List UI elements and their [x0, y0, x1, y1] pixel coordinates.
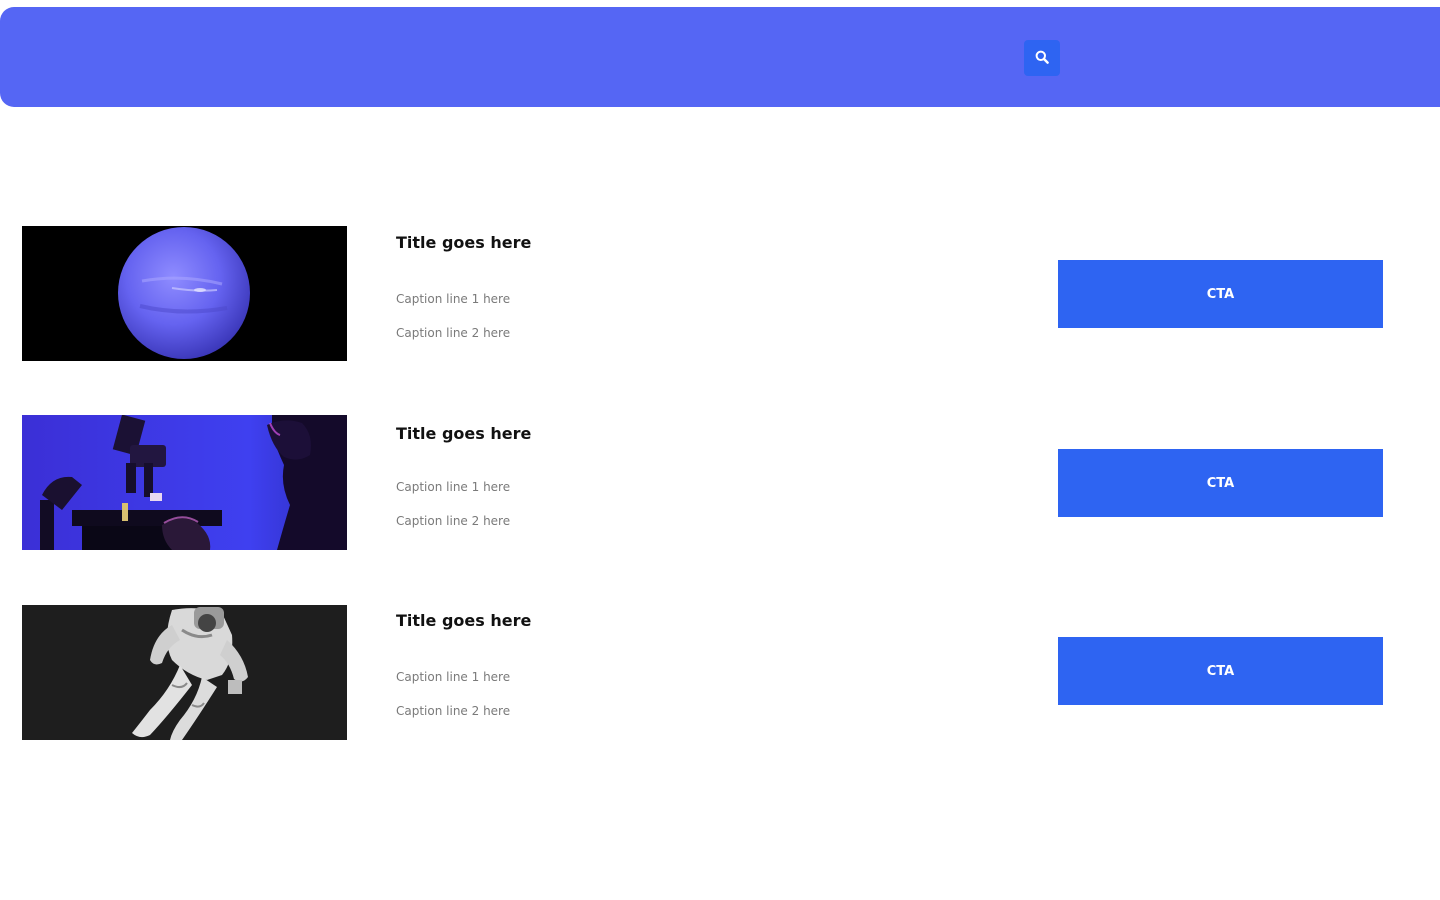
cta-button[interactable]: CTA — [1058, 637, 1383, 705]
item-caption-line-2: Caption line 2 here — [396, 326, 511, 340]
list-item: Title goes here Caption line 1 here Capt… — [0, 226, 1440, 362]
item-caption-line-1: Caption line 1 here — [396, 480, 511, 494]
item-caption-line-2: Caption line 2 here — [396, 514, 511, 528]
item-caption-line-1: Caption line 1 here — [396, 670, 511, 684]
planet-neptune-image — [22, 226, 347, 361]
search-icon — [1035, 49, 1049, 68]
astronaut-spacewalk-image — [22, 605, 347, 740]
item-caption-line-1: Caption line 1 here — [396, 292, 511, 306]
list-item: Title goes here Caption line 1 here Capt… — [0, 605, 1440, 741]
search-button[interactable] — [1024, 40, 1060, 76]
item-title: Title goes here — [396, 233, 532, 252]
item-title: Title goes here — [396, 424, 532, 443]
list-item: Title goes here Caption line 1 here Capt… — [0, 415, 1440, 551]
cta-button[interactable]: CTA — [1058, 449, 1383, 517]
cta-button[interactable]: CTA — [1058, 260, 1383, 328]
item-caption-line-2: Caption line 2 here — [396, 704, 511, 718]
top-header-bar — [0, 7, 1440, 107]
microscope-scientist-image — [22, 415, 347, 550]
item-title: Title goes here — [396, 611, 532, 630]
